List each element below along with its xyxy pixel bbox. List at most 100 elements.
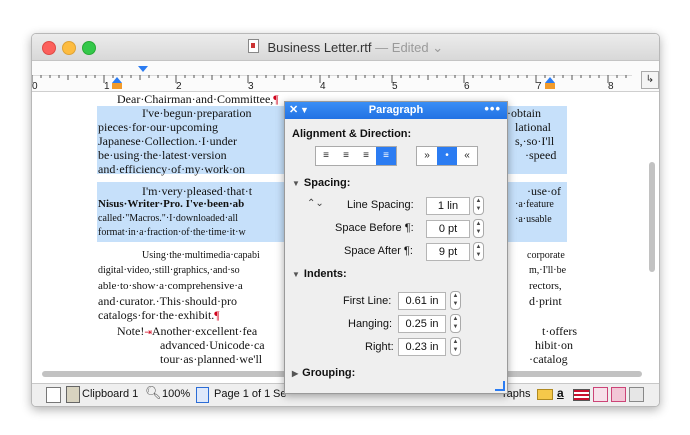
first-line-field[interactable]: 0.61 in xyxy=(398,292,446,310)
zoom-icon[interactable]: 🔍︎ xyxy=(145,385,162,401)
font-style-icon[interactable]: a xyxy=(557,386,564,400)
document-icon xyxy=(247,39,259,53)
indents-section[interactable]: ▼ Indents: xyxy=(292,268,347,280)
space-before-label: Space Before ¶: xyxy=(335,222,414,234)
ruler-number: 6 xyxy=(464,81,470,92)
text-line: ·catalog xyxy=(529,352,568,366)
first-line-indent-marker[interactable] xyxy=(138,66,148,72)
page-icon xyxy=(196,387,209,403)
vertical-scrollbar[interactable] xyxy=(647,92,657,382)
text-line: t·offers xyxy=(542,324,578,338)
palette-close-icon[interactable]: ✕ xyxy=(289,102,298,119)
ruler-number: 8 xyxy=(608,81,614,92)
text-line: Dear·Chairman·and·Committee,¶ xyxy=(117,92,279,107)
line-spacing-label: Line Spacing: xyxy=(347,199,414,211)
hanging-stepper[interactable]: ▲ ▼ xyxy=(450,314,461,333)
spacing-section[interactable]: ▼ Spacing: xyxy=(292,177,350,189)
text-line: Using·the·multimedia·capabi xyxy=(142,250,260,261)
ruler-toggle-icon[interactable] xyxy=(537,389,553,400)
text-line: ·use·of xyxy=(527,184,561,198)
text-line: Note!⇥Another·excellent·fea xyxy=(117,324,257,339)
disclosure-open-icon: ▼ xyxy=(292,179,300,188)
text-run: Note! xyxy=(117,324,145,338)
space-after-stepper[interactable]: ▲ ▼ xyxy=(473,242,484,261)
text-line: Japanese·Collection.·I·under xyxy=(98,134,237,148)
align-justify-icon[interactable]: ≡ xyxy=(376,147,396,165)
line-spacing-field[interactable]: 1 lin xyxy=(426,197,470,215)
right-indent-field[interactable]: 0.23 in xyxy=(398,338,446,356)
palette-collapse-icon[interactable]: ▼ xyxy=(300,102,309,119)
alignment-control[interactable]: ≡ ≡ ≡ ≡ xyxy=(315,146,397,166)
ruler-number: 0 xyxy=(32,81,38,92)
text-line: catalogs·for·the·exhibit.¶ xyxy=(98,308,220,323)
hanging-label: Hanging: xyxy=(348,318,393,330)
text-line: format·in·a·fraction·of·the·time·it·w xyxy=(98,227,246,238)
info-icon[interactable] xyxy=(629,387,644,402)
align-center-icon[interactable]: ≡ xyxy=(336,147,356,165)
style-icon[interactable] xyxy=(611,387,626,402)
palette-title: Paragraph xyxy=(368,104,424,116)
text-line: digital·video,·still·graphics,·and·so xyxy=(98,265,240,276)
ruler-number: 5 xyxy=(392,81,398,92)
text-line: I've·begun·preparation xyxy=(142,106,252,120)
align-left-icon[interactable]: ≡ xyxy=(316,147,336,165)
resize-handle-icon[interactable] xyxy=(495,381,505,391)
tab-stop-marker[interactable] xyxy=(112,83,122,89)
right-indent-stepper[interactable]: ▲ ▼ xyxy=(450,337,461,356)
text-line: and·efficiency·of·my·work·on xyxy=(98,162,246,176)
disclosure-open-icon: ▼ xyxy=(292,270,300,279)
text-line: s,·so·I'll xyxy=(515,134,555,148)
right-to-left-icon[interactable]: « xyxy=(457,147,477,165)
page-indicator[interactable]: Page 1 of 1 xyxy=(214,388,270,400)
edited-status[interactable]: — Edited ⌄ xyxy=(375,40,443,55)
first-line-stepper[interactable]: ▲ ▼ xyxy=(450,291,461,310)
clipboard-label[interactable]: Clipboard 1 xyxy=(82,388,138,400)
title-bar: Business Letter.rtf — Edited ⌄ xyxy=(32,34,659,61)
window-title-text: Business Letter.rtf xyxy=(267,40,372,55)
palette-more-icon[interactable]: ••• xyxy=(484,100,501,117)
ruler[interactable]: 0 1 2 3 4 5 6 7 8 ↳ xyxy=(32,61,659,92)
clipboard-icon[interactable] xyxy=(66,386,80,403)
text-line: hibit·on xyxy=(535,338,573,352)
text-line: tour·as·planned·we'll xyxy=(160,352,263,366)
ruler-number: 7 xyxy=(536,81,542,92)
ruler-corner-button[interactable]: ↳ xyxy=(641,71,659,89)
text-line: ·speed xyxy=(525,148,557,162)
first-line-label: First Line: xyxy=(343,295,392,307)
text-line: ·a·usable xyxy=(515,214,552,225)
right-tab-marker[interactable] xyxy=(545,83,555,89)
grouping-section[interactable]: ▶ Grouping: xyxy=(292,367,355,379)
space-after-field[interactable]: 9 pt xyxy=(426,243,470,261)
text-line: and·curator.·This·should·pro xyxy=(98,294,237,308)
natural-direction-icon[interactable]: • xyxy=(437,147,457,165)
highlight-icon[interactable] xyxy=(593,387,608,402)
window-title: Business Letter.rtf — Edited ⌄ xyxy=(32,39,659,56)
palette-title-bar[interactable]: ✕ ▼ Paragraph ••• xyxy=(285,100,507,119)
us-flag-icon[interactable] xyxy=(573,389,590,401)
vertical-scroll-thumb[interactable] xyxy=(649,162,655,272)
spacing-label: Spacing: xyxy=(303,177,351,189)
zoom-level[interactable]: 100% xyxy=(162,388,190,400)
ruler-number: 1 xyxy=(104,81,110,92)
align-right-icon[interactable]: ≡ xyxy=(356,147,376,165)
space-before-stepper[interactable]: ▲ ▼ xyxy=(473,219,484,238)
ruler-ticks xyxy=(32,75,632,83)
ruler-number: 2 xyxy=(176,81,182,92)
text-line: be·using·the·latest·version xyxy=(98,148,227,162)
line-spacing-stepper[interactable]: ▲ ▼ xyxy=(473,196,484,215)
disclosure-closed-icon: ▶ xyxy=(292,369,299,378)
pilcrow: ¶ xyxy=(214,308,220,322)
text-line: Nisus·Writer·Pro. I've·been·ab xyxy=(98,198,245,210)
direction-control[interactable]: » • « xyxy=(416,146,478,166)
hanging-field[interactable]: 0.25 in xyxy=(398,315,446,333)
text-line: pieces·for·our·upcoming xyxy=(98,120,218,134)
tab-arrow-icon: ⇥ xyxy=(144,327,152,337)
text-line: ·a·feature xyxy=(515,199,554,210)
text-line: ·obtain xyxy=(507,106,541,120)
left-to-right-icon[interactable]: » xyxy=(417,147,437,165)
line-spacing-menu-icon[interactable]: ⌃⌄ xyxy=(307,198,324,209)
ruler-number: 3 xyxy=(248,81,254,92)
space-before-field[interactable]: 0 pt xyxy=(426,220,470,238)
alignment-direction-label: Alignment & Direction: xyxy=(292,128,412,140)
split-view-icon[interactable] xyxy=(46,387,61,403)
